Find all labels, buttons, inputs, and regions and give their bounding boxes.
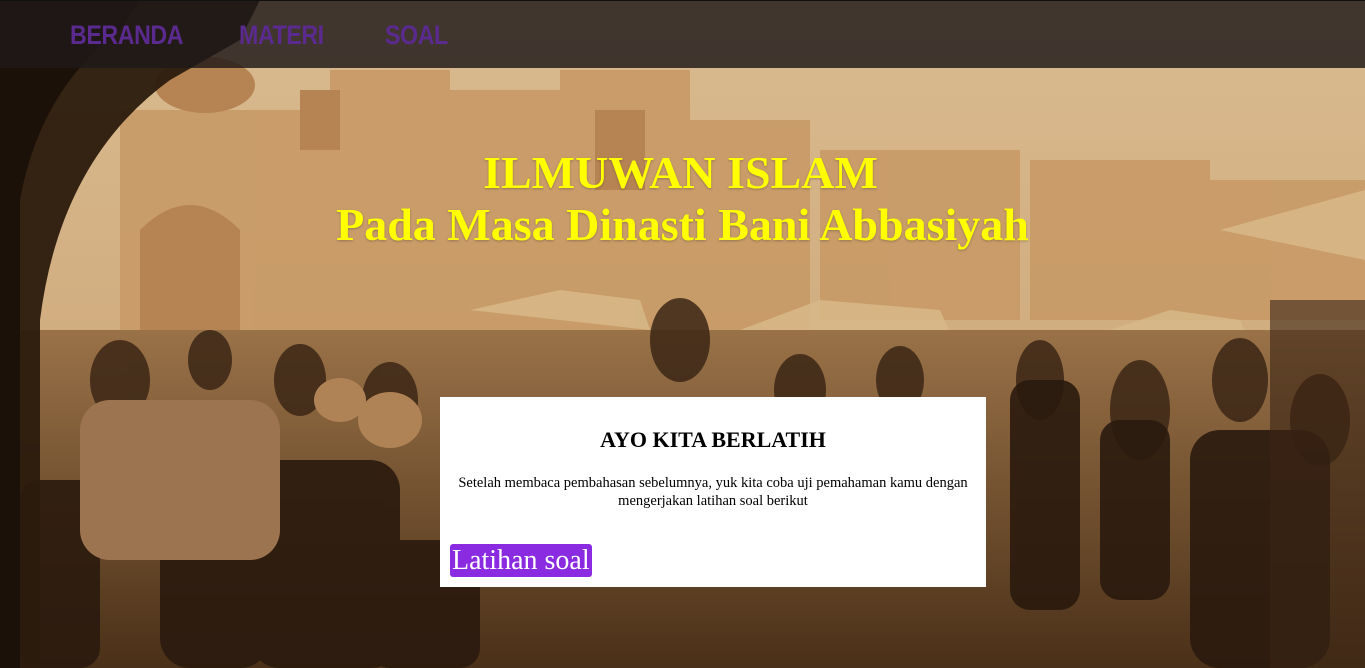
hero-title: ILMUWAN ISLAM	[483, 147, 878, 198]
practice-card: AYO KITA BERLATIH Setelah membaca pembah…	[440, 397, 986, 587]
nav-item-beranda[interactable]: BERANDA	[70, 19, 184, 51]
top-navigation-bar: BERANDA MATERI SOAL	[0, 0, 1365, 68]
hero-subtitle: Pada Masa Dinasti Bani Abbasiyah	[336, 199, 1029, 250]
nav-item-materi[interactable]: MATERI	[239, 19, 324, 51]
nav-item-soal[interactable]: SOAL	[385, 19, 448, 51]
card-description: Setelah membaca pembahasan sebelumnya, y…	[458, 475, 968, 509]
practice-quiz-button[interactable]: Latihan soal	[450, 544, 592, 577]
card-title: AYO KITA BERLATIH	[600, 427, 826, 452]
